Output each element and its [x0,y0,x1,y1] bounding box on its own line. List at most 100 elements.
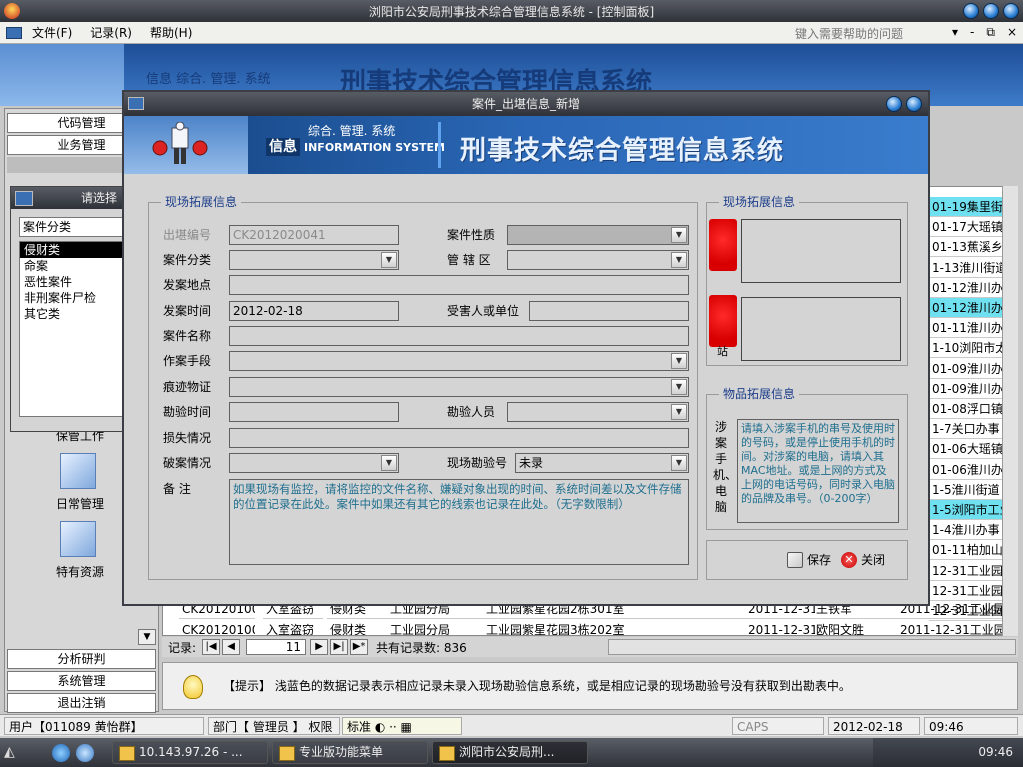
taskbar-item-menu[interactable]: 专业版功能菜单 [272,741,428,764]
chevron-down-icon[interactable]: ▼ [671,379,687,395]
phone-computer-textarea[interactable]: 请填入涉案手机的串号及使用时的号码，或是停止使用手机的时间。对涉案的电脑，请填入… [737,419,899,523]
mdi-close-button[interactable]: × [1007,25,1017,40]
grid-horizontal-scrollbar[interactable] [608,639,1016,655]
nav-logout[interactable]: 退出注销 [7,693,156,713]
dialog-banner-title: 刑事技术综合管理信息系统 [460,136,785,166]
prev-record-button[interactable]: ◀ [222,639,241,655]
background-brand: 信息 综合. 管理. 系统 [146,72,271,87]
solved-select[interactable]: ▼ [229,453,399,473]
background-logo [0,44,124,106]
remark-textarea[interactable]: 如果现场有监控，请将监控的文件名称、嫌疑对象出现的时间、系统时间差以及文件存储的… [229,479,689,565]
survey-time-field[interactable] [229,402,399,422]
chevron-down-icon[interactable]: ▼ [671,252,687,268]
chevron-down-icon[interactable]: ▼ [671,353,687,369]
table-cell[interactable]: CK2012010001 [179,620,255,635]
menu-help[interactable]: 帮助(H) [150,24,192,41]
nav-scroll-down-icon[interactable]: ▼ [138,629,156,645]
status-dept: 部门【 管理员 】 权限 [208,717,340,735]
ime-bar[interactable]: 标准 ◐ ·· ▦ [342,717,462,735]
loss-field[interactable] [229,428,689,448]
mdi-restore-button[interactable]: ⧉ [986,25,995,40]
chevron-down-icon[interactable]: ▼ [381,252,397,268]
case-name-label: 案件名称 [163,329,212,343]
last-record-button[interactable]: ▶| [330,639,349,655]
minimize-button[interactable] [963,3,979,19]
case-entry-dialog: 案件_出堪信息_新增 综合. 管理. 系统 信息 INFORMATION SYST… [122,90,930,606]
case-name-field[interactable] [229,326,689,346]
photo-label-2: 站 [717,345,728,358]
list-item[interactable]: 命案 [20,258,130,274]
photo-box-2[interactable] [741,297,901,361]
next-record-button[interactable]: ▶ [310,639,329,655]
maximize-button[interactable] [983,3,999,19]
dialog-minimize-button[interactable] [886,96,902,112]
grid-vertical-scrollbar[interactable] [1002,186,1018,636]
nav-system-mgmt[interactable]: 系统管理 [7,671,156,691]
victim-field[interactable] [529,301,689,321]
close-icon: ✕ [841,552,857,568]
place-field[interactable] [229,275,689,295]
mdi-minimize-button[interactable]: - [970,25,974,40]
table-cell[interactable]: 2011-12-31 [745,620,815,635]
ime-mode: 标准 [347,720,372,734]
jurisdiction-select[interactable]: ▼ [507,250,689,270]
survey-no-select[interactable]: 未录 ▼ [515,453,689,473]
system-tray: 09:46 [873,738,1023,767]
surveyor-select[interactable]: ▼ [507,402,689,422]
close-window-button[interactable] [1003,3,1019,19]
chevron-down-icon[interactable]: ▼ [381,455,397,471]
jurisdiction-label: 管 辖 区 [447,253,491,267]
status-time: 09:46 [924,717,1018,735]
method-select[interactable]: ▼ [229,351,689,371]
special-resource-icon[interactable] [60,521,96,557]
select-dialog-title: 请选择 [11,187,129,209]
photo-box-1[interactable] [741,219,901,283]
list-item[interactable]: 非刑案件尸检 [20,290,130,306]
trace-select[interactable]: ▼ [229,377,689,397]
brand-english: INFORMATION SYSTEM [304,141,445,154]
scene-photo-group: 现场拓展信息 站 [706,195,908,366]
list-item[interactable]: 侵财类 [20,242,130,258]
menu-record[interactable]: 记录(R) [90,24,132,41]
list-item[interactable]: 恶性案件 [20,274,130,290]
table-cell[interactable]: 侵财类 [327,620,387,635]
status-date: 2012-02-18 [828,717,920,735]
nav-analysis[interactable]: 分析研判 [7,649,156,669]
start-button-icon[interactable]: ◭ [4,744,15,760]
button-area: 保存 ✕ 关闭 [706,540,908,580]
close-button[interactable]: ✕ 关闭 [839,549,885,571]
daily-mgmt-icon[interactable] [60,453,96,489]
save-button[interactable]: 保存 [785,549,831,571]
help-dropdown-icon[interactable]: ▾ [952,25,958,40]
taskbar-item-remote[interactable]: 10.143.97.26 - ... [112,741,268,764]
chevron-down-icon[interactable]: ▼ [671,404,687,420]
table-cell[interactable]: 入室盗窃 [263,620,323,635]
taskbar-item-app[interactable]: 浏阳市公安局刑... [432,741,588,764]
new-record-button[interactable]: ▶* [350,639,369,655]
table-cell[interactable]: 工业园紫星花园3栋202室 [483,620,745,635]
scene-info-group: 现场拓展信息 出堪编号 CK2012020041 案件性质 ▼ 案件分类 ▼ 管… [148,195,698,580]
select-field[interactable]: 案件分类 [19,217,131,237]
table-cell[interactable]: 2011-12-31工业园 [897,620,1017,635]
record-pager: 记录: |◀ ◀ 11 ▶ ▶| ▶* 共有记录数: 836 [162,637,1018,657]
chevron-down-icon[interactable]: ▼ [671,455,687,471]
help-search-box[interactable]: 键入需要帮助的问题 [795,25,903,42]
ie-icon[interactable] [52,744,70,762]
dialog-titlebar: 案件_出堪信息_新增 [124,92,928,116]
chevron-down-icon[interactable]: ▼ [671,227,687,243]
out-no-field[interactable]: CK2012020041 [229,225,399,245]
time-field[interactable]: 2012-02-18 [229,301,399,321]
current-record-field[interactable]: 11 [246,639,307,655]
brand-logo: 信息 INFORMATION SYSTEM [266,136,445,156]
explorer-icon[interactable] [76,744,94,762]
first-record-button[interactable]: |◀ [202,639,221,655]
dialog-close-button[interactable] [906,96,922,112]
table-cell[interactable]: 欧阳文胜 [813,620,897,635]
case-cat-select[interactable]: ▼ [229,250,399,270]
case-nature-select[interactable]: ▼ [507,225,689,245]
case-cat-label: 案件分类 [163,253,212,267]
list-item[interactable]: 其它类 [20,306,130,322]
out-no-label: 出堪编号 [163,228,212,242]
table-cell[interactable]: 工业园分局 [387,620,485,635]
menu-file[interactable]: 文件(F) [32,24,72,41]
